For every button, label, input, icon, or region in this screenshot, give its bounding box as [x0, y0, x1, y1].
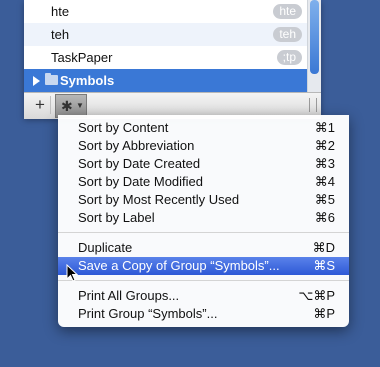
menu-item-label: Duplicate — [78, 240, 133, 255]
menu-item-shortcut: ⌘S — [313, 258, 335, 273]
menu-item-label: Sort by Content — [78, 120, 169, 135]
snippet-label: TaskPaper — [51, 50, 113, 65]
menu-item-sort-date-created[interactable]: Sort by Date Created ⌘3 — [58, 155, 349, 173]
menu-separator — [58, 280, 349, 281]
scroll-thumb[interactable] — [310, 0, 319, 74]
menu-item-sort-label[interactable]: Sort by Label ⌘6 — [58, 209, 349, 227]
menu-item-save-copy[interactable]: Save a Copy of Group “Symbols”... ⌘S — [58, 257, 349, 275]
action-menu: Sort by Content ⌘1 Sort by Abbreviation … — [58, 115, 349, 327]
add-button[interactable]: + — [30, 96, 51, 114]
menu-item-shortcut: ⌘4 — [314, 174, 335, 189]
list-item[interactable]: TaskPaper ;tp — [24, 46, 308, 69]
resize-grip-icon[interactable] — [309, 98, 317, 112]
menu-item-label: Sort by Date Created — [78, 156, 201, 171]
list-item[interactable]: hte hte — [24, 0, 308, 23]
abbreviation-badge: ;tp — [276, 50, 302, 65]
mouse-pointer-icon — [66, 264, 78, 282]
list-item[interactable]: teh teh — [24, 23, 308, 46]
menu-item-sort-abbreviation[interactable]: Sort by Abbreviation ⌘2 — [58, 137, 349, 155]
menu-item-label: Save a Copy of Group “Symbols”... — [78, 258, 280, 273]
abbreviation-badge: teh — [273, 27, 302, 42]
menu-item-label: Sort by Date Modified — [78, 174, 204, 189]
menu-item-shortcut: ⌘2 — [314, 138, 335, 153]
menu-item-shortcut: ⌘3 — [314, 156, 335, 171]
menu-item-sort-content[interactable]: Sort by Content ⌘1 — [58, 119, 349, 137]
chevron-down-icon: ▼ — [76, 101, 84, 110]
folder-icon — [45, 73, 58, 85]
menu-item-print-all[interactable]: Print All Groups... ⌥⌘P — [58, 287, 349, 305]
snippet-label: teh — [51, 27, 70, 42]
menu-separator — [58, 232, 349, 233]
menu-item-label: Sort by Abbreviation — [78, 138, 195, 153]
menu-item-label: Sort by Label — [78, 210, 155, 225]
gear-icon: ✱ — [61, 98, 73, 114]
disclosure-triangle-icon[interactable] — [33, 76, 40, 86]
menu-item-shortcut: ⌘1 — [314, 120, 335, 135]
group-row-symbols[interactable]: Symbols — [24, 69, 308, 92]
snippet-list: hte hte teh teh TaskPaper ;tp Symbols — [24, 0, 308, 92]
abbreviation-badge: hte — [273, 4, 302, 19]
menu-item-shortcut: ⌘P — [313, 306, 335, 321]
menu-item-label: Sort by Most Recently Used — [78, 192, 240, 207]
menu-item-sort-date-modified[interactable]: Sort by Date Modified ⌘4 — [58, 173, 349, 191]
groups-window: hte hte teh teh TaskPaper ;tp Symbols + … — [24, 0, 321, 119]
vertical-scrollbar[interactable] — [307, 0, 321, 92]
snippet-label: hte — [51, 4, 70, 19]
menu-item-label: Print Group “Symbols”... — [78, 306, 218, 321]
menu-item-shortcut: ⌘5 — [314, 192, 335, 207]
menu-item-shortcut: ⌘6 — [314, 210, 335, 225]
menu-item-label: Print All Groups... — [78, 288, 180, 303]
menu-item-shortcut: ⌥⌘P — [298, 288, 335, 303]
menu-item-shortcut: ⌘D — [312, 240, 335, 255]
menu-item-sort-recently-used[interactable]: Sort by Most Recently Used ⌘5 — [58, 191, 349, 209]
menu-item-duplicate[interactable]: Duplicate ⌘D — [58, 239, 349, 257]
menu-item-print-group[interactable]: Print Group “Symbols”... ⌘P — [58, 305, 349, 323]
group-label: Symbols — [60, 73, 115, 88]
